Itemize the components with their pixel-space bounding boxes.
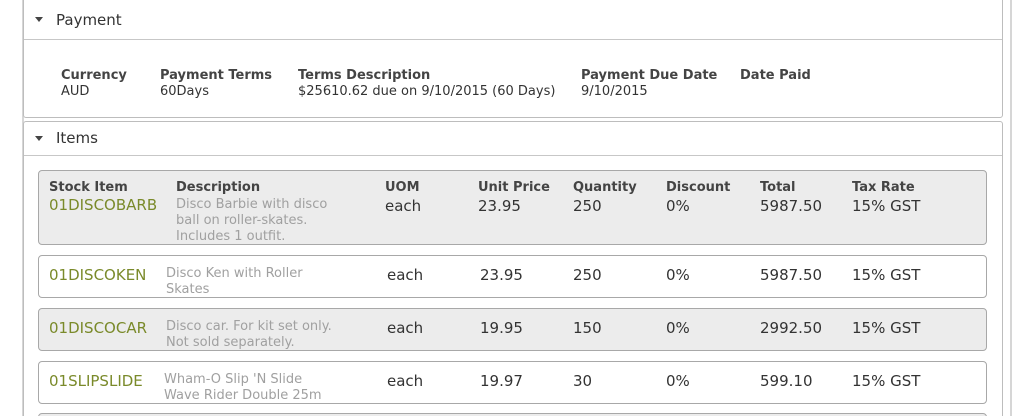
stock-item-code[interactable]: 01DISCOKEN xyxy=(49,266,146,284)
item-row[interactable]: 01DISCOCAR Disco car. For kit set only. … xyxy=(38,308,987,351)
item-uom: each xyxy=(387,372,424,390)
item-unit-price: 19.95 xyxy=(480,319,523,337)
stock-item-code[interactable]: 01SLIPSLIDE xyxy=(49,372,143,390)
item-description: Disco Barbie with disco ball on roller-s… xyxy=(176,197,328,244)
payment-field-date-paid: Date Paid xyxy=(740,68,811,84)
item-discount: 0% xyxy=(666,266,690,284)
stock-item-code[interactable]: 01DISCOCAR xyxy=(49,319,147,337)
stock-item-code[interactable]: 01DISCOBARB xyxy=(49,196,157,214)
field-value: 9/10/2015 xyxy=(581,84,648,99)
item-description: Disco car. For kit set only. Not sold se… xyxy=(166,319,332,350)
item-quantity: 250 xyxy=(573,266,602,284)
caret-down-icon[interactable] xyxy=(35,17,43,22)
item-discount: 0% xyxy=(666,197,690,215)
item-description: Disco Ken with Roller Skates xyxy=(166,266,303,297)
payment-panel-title: Payment xyxy=(56,11,122,29)
item-unit-price: 19.97 xyxy=(480,372,523,390)
item-row[interactable]: Stock Item Description UOM Unit Price Qu… xyxy=(38,170,987,245)
item-total: 2992.50 xyxy=(760,319,823,337)
item-tax-rate: 15% GST xyxy=(852,197,921,215)
item-tax-rate: 15% GST xyxy=(852,319,921,337)
item-unit-price: 23.95 xyxy=(478,197,521,215)
payment-field-terms-description: Terms Description $25610.62 due on 9/10/… xyxy=(298,68,555,99)
field-label: Terms Description xyxy=(298,68,431,83)
items-panel-title: Items xyxy=(56,129,98,147)
item-quantity: 250 xyxy=(573,197,602,215)
field-label: Payment Due Date xyxy=(581,68,718,83)
item-tax-rate: 15% GST xyxy=(852,372,921,390)
item-total: 5987.50 xyxy=(760,266,823,284)
payment-field-terms: Payment Terms 60Days xyxy=(160,68,272,99)
field-label: Payment Terms xyxy=(160,68,273,83)
field-label: Currency xyxy=(61,68,127,83)
field-value: AUD xyxy=(61,84,90,99)
item-row[interactable]: 01SLIPSLIDE Wham-O Slip 'N Slide Wave Ri… xyxy=(38,361,987,404)
field-value: 60Days xyxy=(160,84,209,99)
item-tax-rate: 15% GST xyxy=(852,266,921,284)
payment-field-due-date: Payment Due Date 9/10/2015 xyxy=(581,68,717,99)
item-quantity: 150 xyxy=(573,319,602,337)
item-total: 5987.50 xyxy=(760,197,823,215)
field-value: $25610.62 due on 9/10/2015 (60 Days) xyxy=(298,84,556,99)
payment-panel: Payment Currency AUD Payment Terms 60Day… xyxy=(23,0,1003,118)
item-uom: each xyxy=(387,319,424,337)
item-discount: 0% xyxy=(666,372,690,390)
item-discount: 0% xyxy=(666,319,690,337)
header-total: Total xyxy=(760,180,796,195)
item-uom: each xyxy=(385,197,422,215)
header-unit-price: Unit Price xyxy=(478,180,550,195)
item-description: Wham-O Slip 'N Slide Wave Rider Double 2… xyxy=(164,372,322,403)
item-uom: each xyxy=(387,266,424,284)
page-border-right xyxy=(1010,0,1012,416)
field-label: Date Paid xyxy=(740,68,811,83)
header-quantity: Quantity xyxy=(573,180,637,195)
header-uom: UOM xyxy=(385,180,420,195)
items-panel-header[interactable]: Items xyxy=(24,122,1002,156)
item-quantity: 30 xyxy=(573,372,593,390)
header-tax-rate: Tax Rate xyxy=(852,180,915,195)
item-row[interactable]: 01DISCOKEN Disco Ken with Roller Skates … xyxy=(38,255,987,298)
header-description: Description xyxy=(176,180,261,195)
payment-field-currency: Currency AUD xyxy=(61,68,127,99)
header-discount: Discount xyxy=(666,180,731,195)
item-unit-price: 23.95 xyxy=(480,266,523,284)
caret-down-icon[interactable] xyxy=(35,136,43,141)
item-total: 599.10 xyxy=(760,372,813,390)
payment-panel-header[interactable]: Payment xyxy=(24,0,1002,40)
header-stock-item: Stock Item xyxy=(49,180,128,195)
